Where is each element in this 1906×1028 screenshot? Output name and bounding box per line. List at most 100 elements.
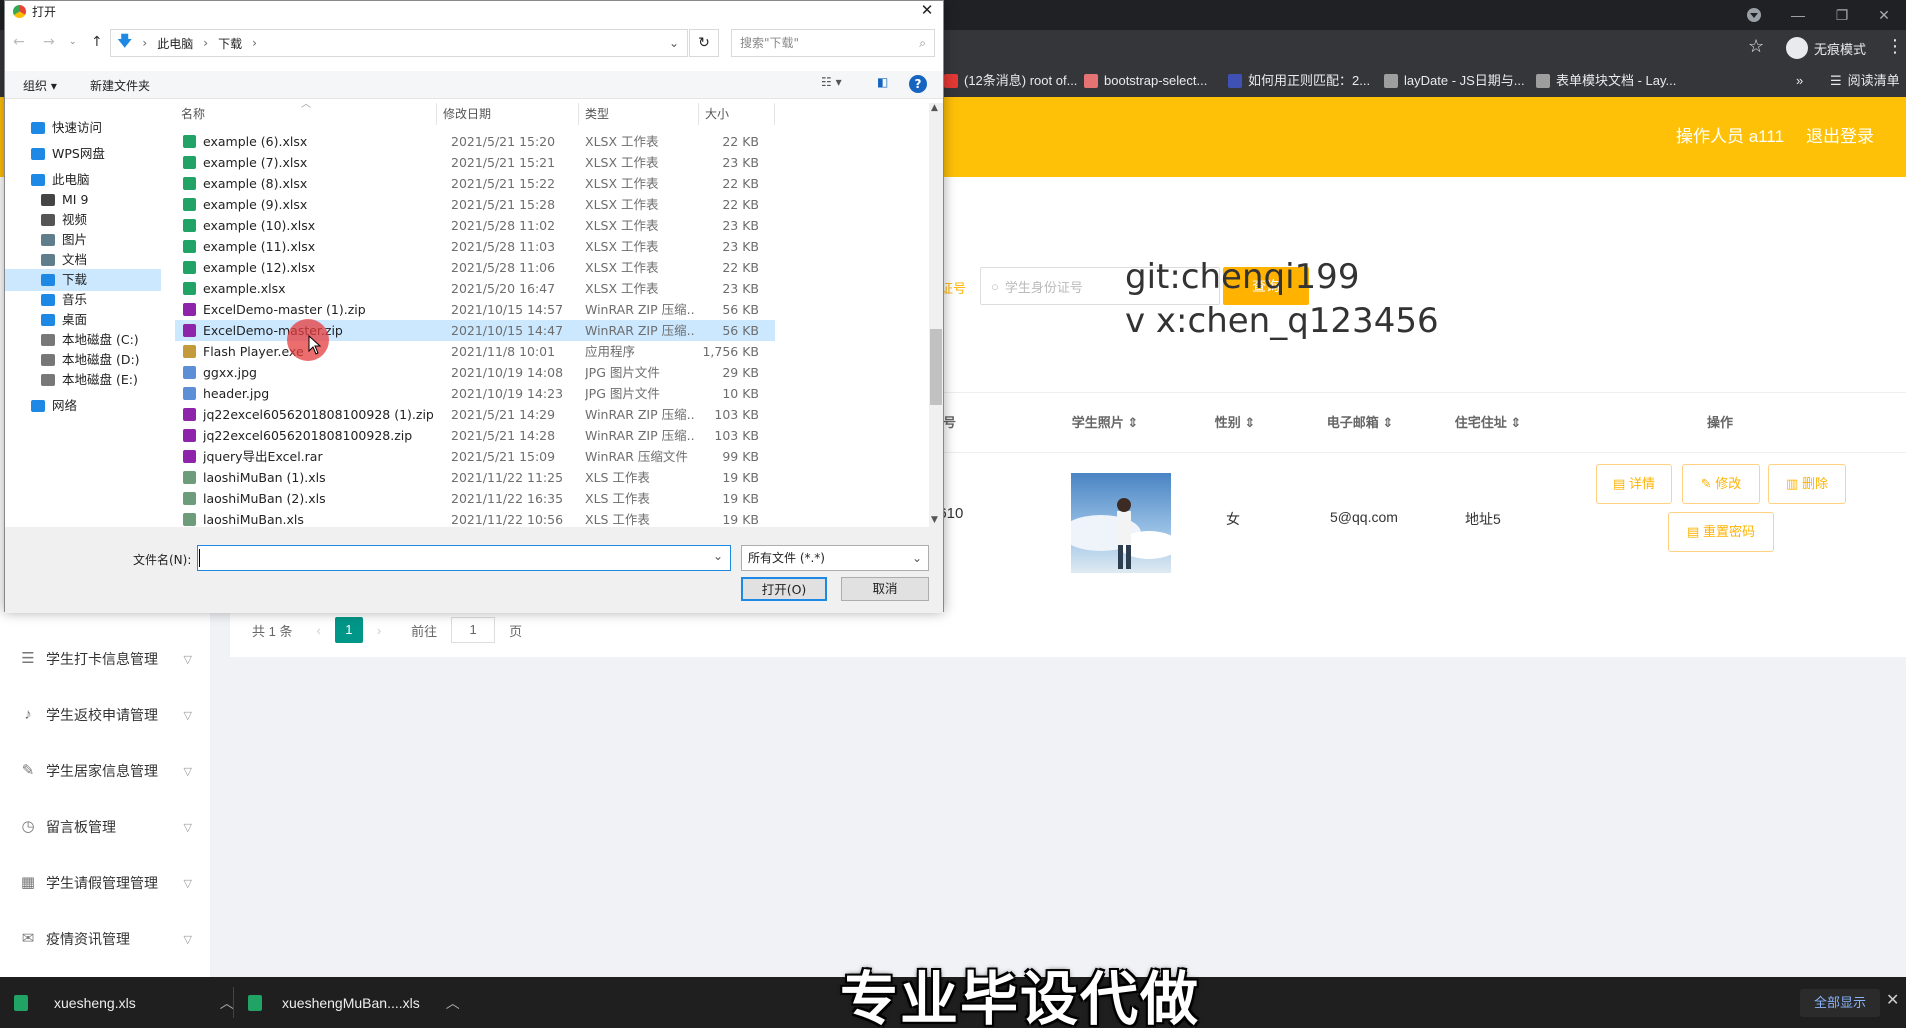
cancel-button[interactable]: 取消 [841, 577, 929, 601]
delete-button[interactable]: ▥ 删除 [1768, 464, 1846, 504]
col-gender[interactable]: 性别 ⇕ [1180, 393, 1290, 453]
file-size: 103 KB [714, 407, 759, 422]
prev-page-icon[interactable]: ‹ [316, 623, 320, 638]
file-name: example (9).xlsx [203, 197, 308, 212]
close-shelf-icon[interactable]: ✕ [1886, 990, 1899, 1010]
excel-file-icon [248, 994, 262, 1011]
view-options-icon[interactable]: ☷ ▾ [821, 75, 842, 89]
close-window-icon[interactable]: ✕ [1862, 0, 1906, 30]
preview-pane-icon[interactable]: ◧ [877, 75, 888, 89]
file-row[interactable]: Flash Player.exe 2021/11/8 10:01 应用程序 1,756… [175, 341, 775, 362]
file-list-scrollbar[interactable]: ▲ ▼ [929, 103, 943, 527]
browser-menu-icon[interactable]: ⋮ [1886, 36, 1904, 57]
up-folder-icon[interactable]: ↑ [91, 34, 103, 50]
chevron-up-icon[interactable]: ︿ [446, 993, 460, 1013]
file-row[interactable]: example (7).xlsx 2021/5/21 15:21 XLSX 工作表 2… [175, 152, 775, 173]
detail-button[interactable]: ▤ 详情 [1596, 464, 1672, 504]
download-item[interactable]: xueshengMuBan....xls ︿ [248, 977, 460, 1028]
back-icon[interactable]: ← [13, 34, 25, 50]
bookmark-item[interactable]: (12条消息) root of... [944, 65, 1077, 97]
organize-menu[interactable]: 组织 ▾ [23, 77, 57, 94]
address-dropdown-icon[interactable]: ⌄ [669, 36, 679, 50]
file-row[interactable]: example.xlsx 2021/5/20 16:47 XLSX 工作表 23 KB [175, 278, 775, 299]
scroll-down-icon[interactable]: ▼ [931, 515, 938, 525]
sidebar-item-messages[interactable]: ◷ 留言板管理 ▽ [0, 799, 210, 855]
sort-icon: ⇕ [1382, 415, 1394, 430]
new-folder-button[interactable]: 新建文件夹 [90, 77, 150, 94]
edit-button[interactable]: ✎ 修改 [1682, 464, 1760, 504]
xlsx-file-icon [183, 156, 196, 169]
reset-password-button[interactable]: ▤ 重置密码 [1668, 512, 1774, 552]
file-row[interactable]: example (8).xlsx 2021/5/21 15:22 XLSX 工作表 2… [175, 173, 775, 194]
logout-link[interactable]: 退出登录 [1806, 97, 1874, 177]
sidebar-item-return[interactable]: ♪ 学生返校申请管理 ▽ [0, 687, 210, 743]
reading-list[interactable]: ☰ 阅读清单 [1830, 65, 1900, 97]
help-icon[interactable]: ? [909, 75, 927, 93]
breadcrumb-downloads[interactable]: 下载 [218, 35, 242, 52]
file-row[interactable]: ExcelDemo-master.zip 2021/10/15 14:47 WinR… [175, 320, 775, 341]
sidebar-item-checkin[interactable]: ☰ 学生打卡信息管理 ▽ [0, 631, 210, 687]
restore-icon[interactable]: ❐ [1820, 0, 1864, 30]
open-button[interactable]: 打开(O) [741, 577, 827, 601]
file-row[interactable]: laoshiMuBan (1).xls 2021/11/22 11:25 XLS 工… [175, 467, 775, 488]
col-address[interactable]: 住宅住址 ⇕ [1428, 393, 1548, 453]
file-date: 2021/11/22 11:25 [451, 470, 564, 485]
file-row[interactable]: example (12).xlsx 2021/5/28 11:06 XLSX 工作表… [175, 257, 775, 278]
file-type: 应用程序 [585, 344, 636, 359]
col-date[interactable]: 修改日期 [437, 103, 579, 125]
search-icon: ⌕ [919, 36, 926, 50]
file-date: 2021/5/21 15:09 [451, 449, 556, 464]
file-row[interactable]: jq22excel6056201808100928.zip 2021/5/21 1… [175, 425, 775, 446]
file-type: WinRAR ZIP 压缩... [585, 302, 695, 317]
file-row[interactable]: laoshiMuBan (2).xls 2021/11/22 16:35 XLS 工… [175, 488, 775, 509]
zip-file-icon [183, 450, 196, 463]
scrollbar-thumb[interactable] [930, 329, 942, 405]
address-bar[interactable]: 🡇 › 此电脑 › 下载 › ⌄ [110, 29, 688, 57]
refresh-icon[interactable]: ↻ [689, 29, 719, 57]
search-icon: ○ [991, 278, 999, 294]
next-page-icon[interactable]: › [377, 623, 381, 638]
file-row[interactable]: example (10).xlsx 2021/5/28 11:02 XLSX 工作表… [175, 215, 775, 236]
file-row[interactable]: header.jpg 2021/10/19 14:23 JPG 图片文件 10 KB [175, 383, 775, 404]
dialog-close-icon[interactable]: ✕ [915, 1, 939, 21]
file-row[interactable]: jq22excel6056201808100928 (1).zip 2021/5/… [175, 404, 775, 425]
forward-icon[interactable]: → [43, 34, 55, 50]
page-1-button[interactable]: 1 [334, 617, 363, 643]
file-row[interactable]: example (11).xlsx 2021/5/28 11:03 XLSX 工作表… [175, 236, 775, 257]
zip-file-icon [183, 324, 196, 337]
bookmark-item[interactable]: 如何用正则匹配：2... [1228, 65, 1370, 97]
folder-search-input[interactable]: 搜索"下载" ⌕ [731, 29, 935, 57]
file-type-select[interactable]: 所有文件 (*.*) ⌄ [741, 545, 929, 571]
file-row[interactable]: ggxx.jpg 2021/10/19 14:08 JPG 图片文件 29 KB [175, 362, 775, 383]
profile-dropdown-icon[interactable] [1732, 0, 1776, 30]
sidebar-item-home[interactable]: ✎ 学生居家信息管理 ▽ [0, 743, 210, 799]
goto-page-input[interactable]: 1 [451, 617, 496, 643]
file-row[interactable]: example (9).xlsx 2021/5/21 15:28 XLSX 工作表 2… [175, 194, 775, 215]
file-row[interactable]: laoshiMuBan.xls 2021/11/22 10:56 XLS 工作表 19… [175, 509, 775, 527]
recent-dropdown-icon[interactable]: ⌄ [69, 37, 77, 47]
bookmark-star-icon[interactable]: ☆ [1748, 36, 1764, 57]
incognito-indicator[interactable]: 无痕模式 [1786, 34, 1866, 62]
sort-up-icon: ︿ [301, 99, 311, 110]
download-item[interactable]: xuesheng.xls ︿ [14, 977, 234, 1028]
file-row[interactable]: ExcelDemo-master (1).zip 2021/10/15 14:57… [175, 299, 775, 320]
sidebar-item-news[interactable]: ✉ 疫情资讯管理 ▽ [0, 911, 210, 967]
filename-dropdown-icon[interactable]: ⌄ [713, 549, 723, 563]
bookmark-item[interactable]: bootstrap-select... [1084, 65, 1207, 97]
sidebar-item-leave[interactable]: ▦ 学生请假管理管理 ▽ [0, 855, 210, 911]
file-row[interactable]: example (6).xlsx 2021/5/21 15:20 XLSX 工作表 2… [175, 131, 775, 152]
col-photo[interactable]: 学生照片 ⇕ [1040, 393, 1170, 453]
bookmark-item[interactable]: layDate - JS日期与... [1384, 65, 1525, 97]
file-row[interactable]: jquery导出Excel.rar 2021/5/21 15:09 WinRAR 压… [175, 446, 775, 467]
scroll-up-icon[interactable]: ▲ [931, 103, 938, 113]
bookmark-item[interactable]: 表单模块文档 - Lay... [1536, 65, 1676, 97]
chevron-up-icon[interactable]: ︿ [220, 993, 234, 1013]
filename-input[interactable] [197, 545, 731, 571]
show-all-button[interactable]: 全部显示 [1800, 989, 1880, 1017]
breadcrumb-this-pc[interactable]: 此电脑 [157, 35, 193, 52]
col-email[interactable]: 电子邮箱 ⇕ [1300, 393, 1420, 453]
bookmarks-overflow[interactable]: » [1796, 65, 1803, 97]
minimize-icon[interactable]: — [1776, 0, 1820, 30]
col-size[interactable]: 大小 [699, 103, 775, 125]
col-type[interactable]: 类型 [579, 103, 699, 125]
